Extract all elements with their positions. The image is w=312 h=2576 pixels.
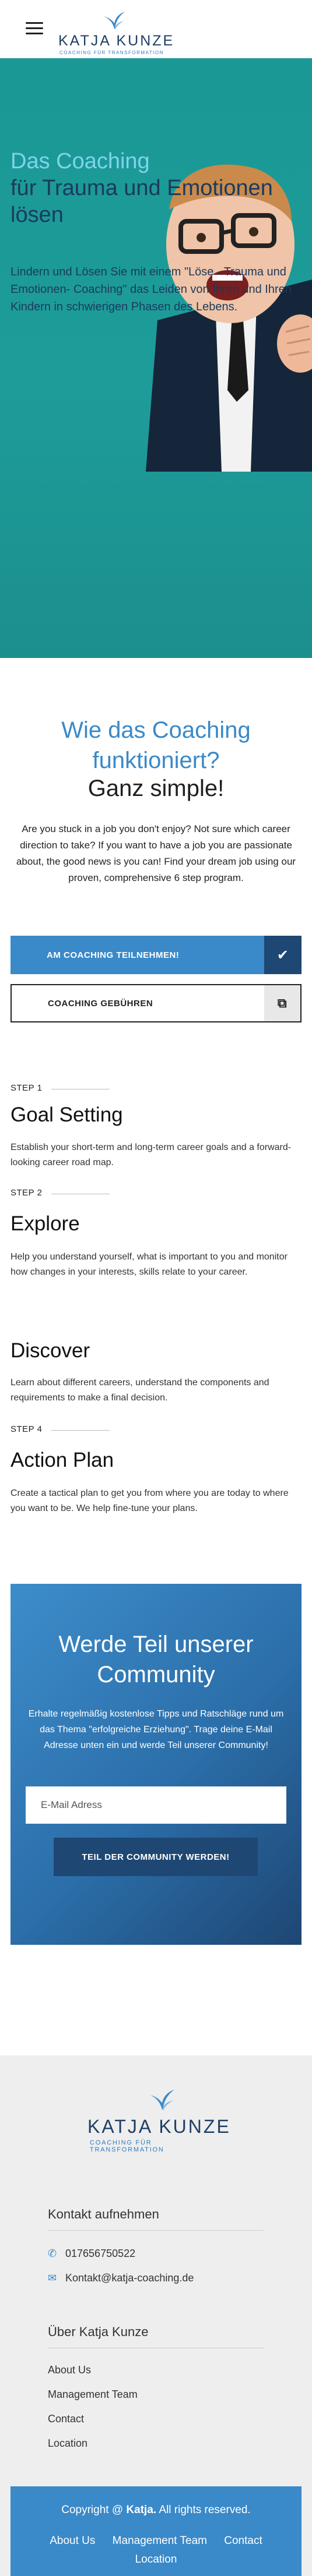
community-signup: Werde Teil unserer Community Erhalte reg…	[10, 1584, 302, 1945]
email-address: Kontakt@katja-coaching.de	[65, 2272, 194, 2284]
footer-link-location[interactable]: Location	[48, 2437, 87, 2450]
step-4-title: Action Plan	[10, 1449, 114, 1471]
copyright-text: Copyright @ Katja. All rights reserved.	[10, 2504, 302, 2517]
step-3-title: Discover	[10, 1339, 90, 1362]
footer-logo-name: KATJA KUNZE	[87, 2116, 231, 2137]
step-4-divider	[51, 1430, 110, 1431]
envelope-icon: ✉	[48, 2272, 57, 2284]
footer-link-management-team[interactable]: Management Team	[48, 2389, 138, 2401]
email-input[interactable]	[26, 1786, 286, 1824]
step-2-text: Help you understand yourself, what is im…	[10, 1252, 288, 1277]
step-2-label: STEP 2	[10, 1188, 43, 1198]
join-community-button[interactable]: TEIL DER COMMUNITY WERDEN!	[54, 1838, 258, 1876]
join-coaching-label: AM COACHING TEILNEHMEN!	[47, 950, 180, 960]
bottom-link-about-us[interactable]: About Us	[50, 2535, 95, 2547]
logo[interactable]: KATJA KUNZE COACHING FÜR TRANSFORMATION	[58, 10, 173, 55]
footer-link-about-us[interactable]: About Us	[48, 2364, 91, 2376]
step-4-label: STEP 4	[10, 1424, 43, 1434]
copyright-suffix: All rights reserved.	[159, 2504, 251, 2516]
how-it-works-title: Wie das Coaching funktioniert?	[61, 717, 251, 773]
footer-logo[interactable]: KATJA KUNZE COACHING FÜR TRANSFORMATION	[87, 2088, 229, 2153]
phone-icon: ✆	[48, 2248, 57, 2259]
bottom-link-contact[interactable]: Contact	[224, 2535, 262, 2547]
community-title: Werde Teil unserer Community	[58, 1632, 254, 1687]
bottom-nav: About Us Management Team Contact Locatio…	[10, 2532, 302, 2569]
step-2-title: Explore	[10, 1212, 80, 1235]
footer-link-contact[interactable]: Contact	[48, 2413, 84, 2425]
coaching-fees-button[interactable]: COACHING GEBÜHREN ⧉	[10, 984, 302, 1022]
site-header: KATJA KUNZE COACHING FÜR TRANSFORMATION	[0, 0, 312, 58]
step-4-text: Create a tactical plan to get you from w…	[10, 1488, 289, 1513]
copyright-brand: Katja.	[126, 2504, 157, 2516]
about-heading: Über Katja Kunze	[48, 2324, 149, 2339]
logo-tagline: COACHING FÜR TRANSFORMATION	[59, 50, 164, 55]
contact-phone[interactable]: ✆ 017656750522	[48, 2248, 135, 2260]
hero-description: Lindern und Lösen Sie mit einem "Löse - …	[10, 266, 292, 313]
logo-name: KATJA KUNZE	[58, 33, 175, 49]
bird-logo-icon	[104, 12, 125, 29]
hero-title-highlight: Das Coaching	[10, 149, 150, 174]
community-text: Erhalte regelmäßig kostenlose Tipps und …	[28, 1709, 284, 1750]
step-1-title: Goal Setting	[10, 1103, 123, 1126]
hero-title: für Trauma und Emotionen lösen	[10, 176, 273, 227]
bottom-link-management-team[interactable]: Management Team	[113, 2535, 207, 2547]
hamburger-icon[interactable]	[26, 22, 43, 36]
checkmark-icon: ✔	[264, 936, 302, 974]
step-1-label: STEP 1	[10, 1083, 43, 1093]
footer-logo-tagline: COACHING FÜR TRANSFORMATION	[90, 2139, 164, 2153]
hero-section: Das Coaching für Trauma und Emotionen lö…	[0, 58, 312, 658]
contact-email[interactable]: ✉ Kontakt@katja-coaching.de	[48, 2272, 194, 2284]
copy-icon: ⧉	[264, 985, 300, 1021]
step-1-text: Establish your short-term and long-term …	[10, 1142, 292, 1167]
bottom-link-location[interactable]: Location	[135, 2553, 177, 2566]
contact-heading: Kontakt aufnehmen	[48, 2207, 159, 2221]
how-it-works-subtitle: Ganz simple!	[87, 776, 225, 801]
contact-divider	[48, 2230, 264, 2231]
phone-number: 017656750522	[65, 2248, 136, 2259]
copyright-bar: Copyright @ Katja. All rights reserved. …	[10, 2486, 302, 2576]
bird-logo-icon	[150, 2089, 174, 2110]
copyright-prefix: Copyright @	[61, 2504, 124, 2516]
how-it-works-text: Are you stuck in a job you don't enjoy? …	[16, 823, 296, 883]
join-coaching-button[interactable]: AM COACHING TEILNEHMEN! ✔	[10, 936, 302, 974]
coaching-fees-label: COACHING GEBÜHREN	[48, 998, 153, 1009]
step-3-text: Learn about different careers, understan…	[10, 1378, 269, 1403]
